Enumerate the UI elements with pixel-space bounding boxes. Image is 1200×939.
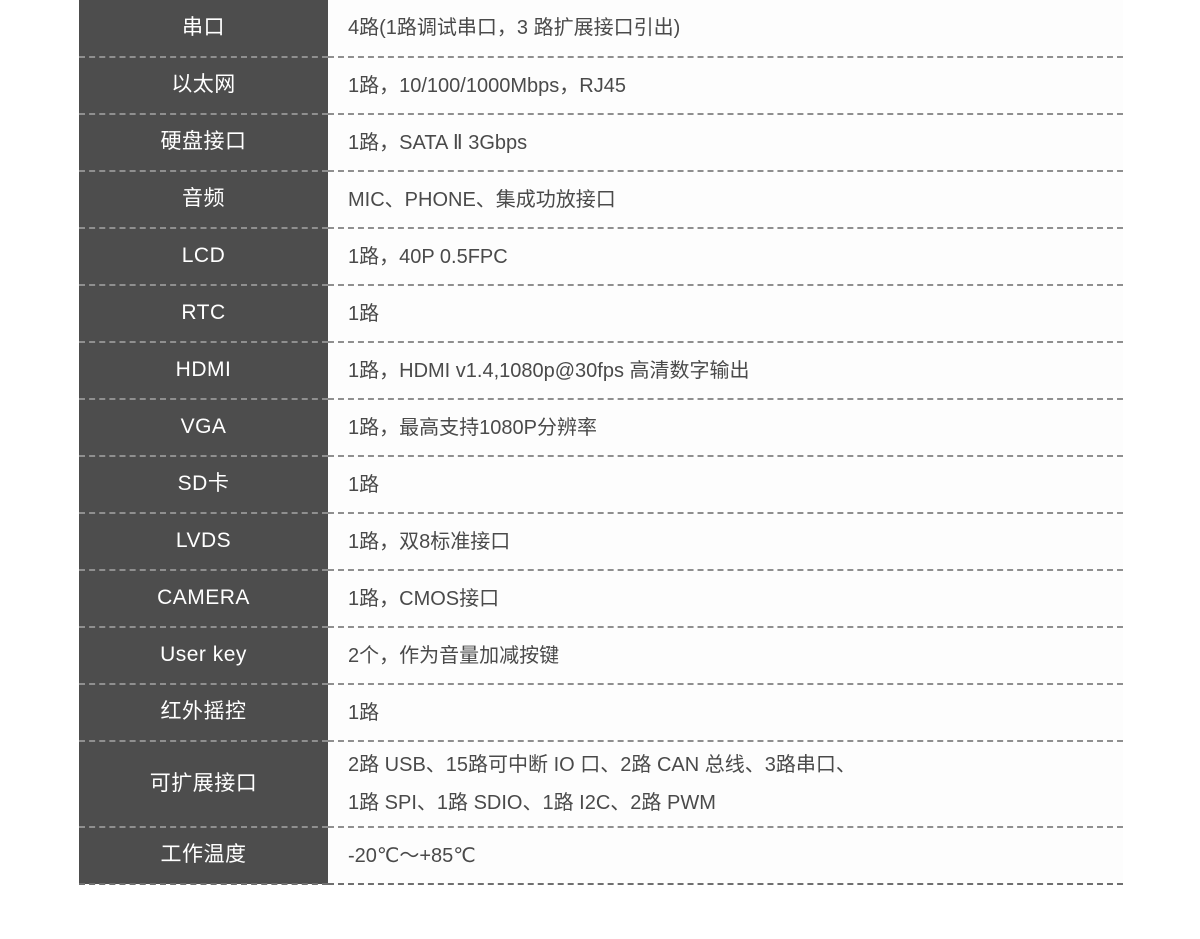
spec-value-cell: MIC、PHONE、集成功放接口 (328, 171, 1123, 229)
spec-label-text: 工作温度 (160, 843, 247, 867)
spec-label-cell: RTC (79, 285, 328, 343)
table-row: 以太网 1路，10/100/1000Mbps，RJ45 (79, 57, 1123, 115)
spec-value-line: 1路 (348, 701, 380, 724)
spec-label-cell: 硬盘接口 (79, 114, 328, 172)
spec-value-line: 2路 USB、15路可中断 IO 口、2路 CAN 总线、3路串口、 (348, 754, 856, 776)
spec-value-cell: 1路，双8标准接口 (328, 513, 1123, 571)
spec-label-cell: 工作温度 (79, 827, 328, 885)
spec-label-text: HDMI (175, 358, 232, 382)
spec-label-cell: User key (79, 627, 328, 685)
spec-value-line: 1路，40P 0.5FPC (348, 245, 508, 268)
spec-value-text: 4路(1路调试串口，3 路扩展接口引出) (328, 14, 1123, 42)
table-row: 工作温度 -20℃～+85℃ (79, 827, 1123, 885)
spec-label-cell: 以太网 (79, 57, 328, 115)
spec-label-text: 音频 (182, 187, 225, 211)
table-row: HDMI 1路，HDMI v1.4,1080p@30fps 高清数字输出 (79, 342, 1123, 400)
spec-label-cell: 串口 (79, 0, 328, 58)
spec-value-text: 1路 (328, 699, 1123, 727)
spec-value-cell: 2个，作为音量加减按键 (328, 627, 1123, 685)
spec-value-text: 1路，10/100/1000Mbps，RJ45 (328, 72, 1123, 100)
spec-label-text: CAMERA (157, 586, 250, 610)
spec-value-text: 1路，双8标准接口 (328, 528, 1123, 556)
spec-label-cell: LCD (79, 228, 328, 286)
spec-label-text: VGA (180, 415, 227, 439)
spec-value-line: MIC、PHONE、集成功放接口 (348, 188, 616, 211)
spec-label-text: 红外摇控 (160, 700, 247, 724)
specification-table-body: 串口 4路(1路调试串口，3 路扩展接口引出) 以太网 1路，10/100/10… (79, 0, 1123, 885)
table-row: 红外摇控 1路 (79, 684, 1123, 742)
spec-label-cell: 可扩展接口 (79, 741, 328, 828)
spec-value-cell: 1路，CMOS接口 (328, 570, 1123, 628)
spec-value-text: 1路，最高支持1080P分辨率 (328, 414, 1123, 442)
spec-value-cell: 2路 USB、15路可中断 IO 口、2路 CAN 总线、3路串口、 1路 SP… (328, 741, 1123, 828)
spec-value-text: 2个，作为音量加减按键 (328, 642, 1123, 670)
spec-label-cell: HDMI (79, 342, 328, 400)
spec-label-cell: CAMERA (79, 570, 328, 628)
spec-value-cell: -20℃～+85℃ (328, 827, 1123, 885)
spec-value-line: 1路 (348, 302, 380, 325)
spec-value-cell: 1路 (328, 285, 1123, 343)
spec-value-line: 1路，HDMI v1.4,1080p@30fps 高清数字输出 (348, 359, 750, 382)
table-row: 音频 MIC、PHONE、集成功放接口 (79, 171, 1123, 229)
spec-value-line: 1路，CMOS接口 (348, 587, 500, 610)
spec-value-text: -20℃～+85℃ (328, 842, 1123, 870)
spec-value-cell: 1路，最高支持1080P分辨率 (328, 399, 1123, 457)
spec-label-cell: SD卡 (79, 456, 328, 514)
spec-label-cell: VGA (79, 399, 328, 457)
table-row: CAMERA 1路，CMOS接口 (79, 570, 1123, 628)
spec-label-cell: 音频 (79, 171, 328, 229)
table-row: 硬盘接口 1路，SATA Ⅱ 3Gbps (79, 114, 1123, 172)
spec-value-cell: 1路，HDMI v1.4,1080p@30fps 高清数字输出 (328, 342, 1123, 400)
spec-value-cell: 1路，10/100/1000Mbps，RJ45 (328, 57, 1123, 115)
spec-value-line: 1路 SPI、1路 SDIO、1路 I2C、2路 PWM (348, 792, 716, 814)
spec-label-text: 硬盘接口 (160, 130, 247, 154)
spec-label-cell: LVDS (79, 513, 328, 571)
spec-value-text: 1路，CMOS接口 (328, 585, 1123, 613)
table-row: RTC 1路 (79, 285, 1123, 343)
spec-value-text: 1路，HDMI v1.4,1080p@30fps 高清数字输出 (328, 357, 1123, 385)
table-row: User key 2个，作为音量加减按键 (79, 627, 1123, 685)
table-row: 可扩展接口 2路 USB、15路可中断 IO 口、2路 CAN 总线、3路串口、… (79, 741, 1123, 828)
spec-label-text: SD卡 (177, 472, 230, 496)
spec-value-text: 2路 USB、15路可中断 IO 口、2路 CAN 总线、3路串口、 1路 SP… (328, 751, 1123, 817)
spec-value-text: 1路，SATA Ⅱ 3Gbps (328, 129, 1123, 157)
spec-value-text: 1路 (328, 471, 1123, 499)
table-row: SD卡 1路 (79, 456, 1123, 514)
spec-value-line: 1路，双8标准接口 (348, 530, 511, 553)
spec-label-text: LCD (181, 244, 226, 268)
specification-table: 串口 4路(1路调试串口，3 路扩展接口引出) 以太网 1路，10/100/10… (79, 0, 1123, 885)
spec-label-text: 以太网 (171, 73, 236, 97)
table-row: VGA 1路，最高支持1080P分辨率 (79, 399, 1123, 457)
spec-value-line: 1路，最高支持1080P分辨率 (348, 416, 597, 439)
spec-value-cell: 1路 (328, 456, 1123, 514)
spec-label-text: 串口 (182, 15, 225, 39)
spec-label-text: LVDS (175, 529, 232, 553)
spec-value-line: 1路，SATA Ⅱ 3Gbps (348, 131, 528, 154)
spec-label-cell: 红外摇控 (79, 684, 328, 742)
spec-value-line: 1路 (348, 473, 380, 496)
spec-value-line: 4路(1路调试串口，3 路扩展接口引出) (348, 17, 681, 39)
spec-value-text: 1路 (328, 300, 1123, 328)
spec-value-cell: 1路，40P 0.5FPC (328, 228, 1123, 286)
spec-value-line: 1路，10/100/1000Mbps，RJ45 (348, 74, 626, 97)
spec-label-text: 可扩展接口 (149, 771, 258, 795)
spec-value-cell: 4路(1路调试串口，3 路扩展接口引出) (328, 0, 1123, 58)
table-row: LVDS 1路，双8标准接口 (79, 513, 1123, 571)
table-row: LCD 1路，40P 0.5FPC (79, 228, 1123, 286)
spec-value-cell: 1路，SATA Ⅱ 3Gbps (328, 114, 1123, 172)
spec-value-cell: 1路 (328, 684, 1123, 742)
spec-value-line: -20℃～+85℃ (348, 844, 476, 867)
spec-label-text: User key (160, 643, 247, 667)
table-row: 串口 4路(1路调试串口，3 路扩展接口引出) (79, 0, 1123, 58)
spec-value-text: MIC、PHONE、集成功放接口 (328, 186, 1123, 214)
spec-value-text: 1路，40P 0.5FPC (328, 243, 1123, 271)
spec-value-line: 2个，作为音量加减按键 (348, 644, 560, 667)
spec-label-text: RTC (181, 301, 226, 325)
